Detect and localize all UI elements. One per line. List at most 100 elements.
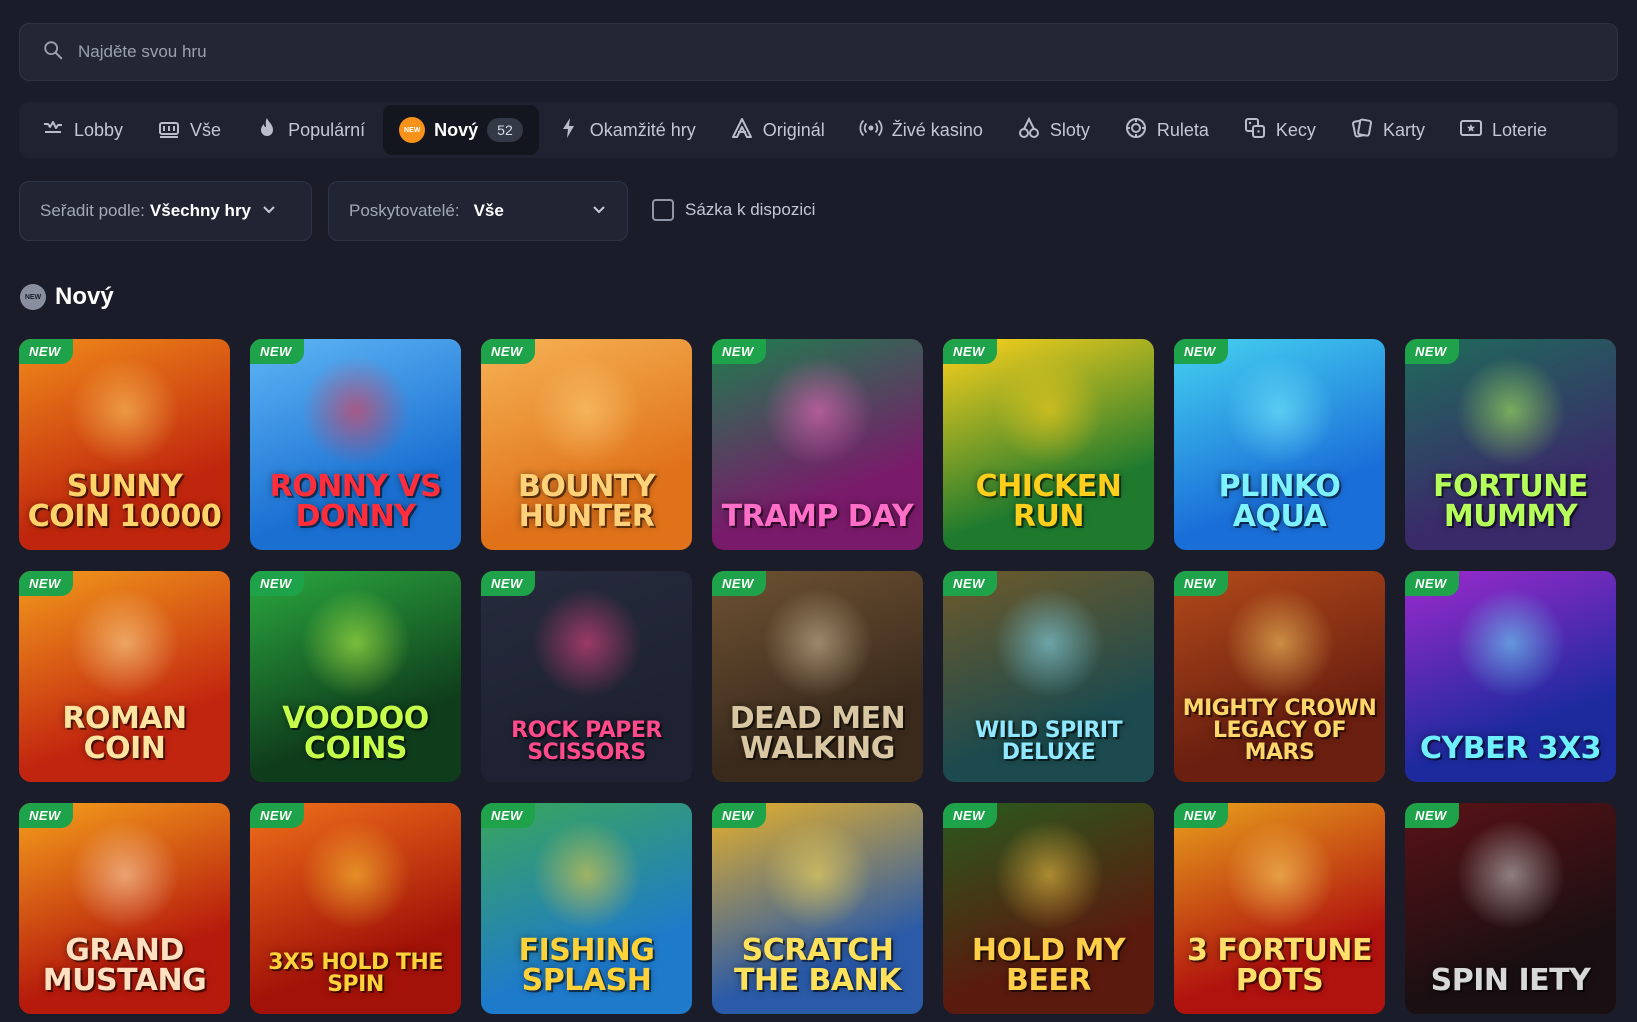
new-badge: NEW [712, 803, 766, 828]
sort-dropdown[interactable]: Seřadit podle: Všechny hry [19, 181, 312, 241]
tab-count-badge: 52 [487, 118, 523, 142]
tab-lobby[interactable]: Lobby [25, 105, 139, 155]
game-artwork [1224, 819, 1335, 930]
new-badge-icon: NEW [399, 117, 426, 143]
game-card[interactable]: NEW 3 Fortune Pots [1174, 803, 1385, 1014]
new-badge: NEW [1174, 571, 1228, 596]
game-artwork [531, 355, 642, 466]
tab-instant-games[interactable]: Okamžité hry [541, 105, 712, 155]
cherries-icon [1017, 116, 1041, 145]
tab-label: Sloty [1049, 119, 1090, 140]
game-card[interactable]: NEW 3x5 Hold the Spin [250, 803, 461, 1014]
game-card[interactable]: NEW Dead Men Walking [712, 571, 923, 782]
lightning-icon [557, 116, 581, 145]
game-card[interactable]: NEW Fortune Mummy [1405, 339, 1616, 550]
new-badge: NEW [19, 803, 73, 828]
tab-new[interactable]: NEW Nový 52 [383, 105, 539, 155]
tab-all[interactable]: Vše [141, 105, 237, 155]
game-card[interactable]: NEW Chicken Run [943, 339, 1154, 550]
game-artwork [531, 819, 642, 930]
tab-slots[interactable]: Sloty [1001, 105, 1106, 155]
game-card[interactable]: NEW Cyber 3x3 [1405, 571, 1616, 782]
tab-label: Lobby [74, 119, 124, 140]
game-card[interactable]: NEW Ronny vs Donny [250, 339, 461, 550]
game-title: Rock Paper Scissors [511, 718, 662, 765]
game-title: 3 Fortune Pots [1187, 933, 1373, 998]
tab-original[interactable]: Originál [714, 105, 841, 155]
game-card[interactable]: NEW Wild Spirit Deluxe [943, 571, 1154, 782]
game-artwork [1455, 819, 1566, 930]
game-title: Tramp Day [721, 499, 914, 534]
game-artwork [993, 355, 1104, 466]
new-badge: NEW [943, 339, 997, 364]
tab-label: Živé kasino [891, 119, 983, 140]
game-artwork [300, 355, 411, 466]
game-title: Spin Iety [1430, 963, 1591, 998]
providers-label: Poskytovatelé: [349, 201, 460, 220]
game-card[interactable]: NEW Hold my Beer [943, 803, 1154, 1014]
game-artwork [300, 819, 411, 930]
game-artwork [993, 587, 1104, 698]
game-card[interactable]: NEW Spin Iety [1405, 803, 1616, 1014]
providers-dropdown[interactable]: Poskytovatelé: Vše [328, 181, 628, 241]
providers-value: Vše [473, 201, 504, 220]
game-title: Mighty Crown Legacy of Mars [1182, 696, 1377, 765]
game-card[interactable]: NEW Plinko Aqua [1174, 339, 1385, 550]
search-input[interactable] [78, 42, 1478, 62]
game-artwork [993, 819, 1104, 930]
new-badge: NEW [1405, 571, 1459, 596]
game-title: Dead Men Walking [729, 701, 906, 766]
new-badge: NEW [1174, 803, 1228, 828]
roulette-icon [1124, 116, 1148, 145]
game-title: Bounty Hunter [517, 469, 656, 534]
game-card[interactable]: NEW Mighty Crown Legacy of Mars [1174, 571, 1385, 782]
tab-label: Okamžité hry [589, 119, 696, 140]
game-card[interactable]: NEW Fishing Splash [481, 803, 692, 1014]
bet-available-checkbox[interactable] [652, 199, 674, 221]
game-card[interactable]: NEW Rock Paper Scissors [481, 571, 692, 782]
game-artwork [1224, 587, 1335, 698]
new-badge: NEW [19, 339, 73, 364]
tab-cards[interactable]: Karty [1334, 105, 1441, 155]
game-title: Cyber 3x3 [1419, 731, 1602, 766]
game-title: Voodoo Coins [282, 701, 429, 766]
section-title: NEW Nový [20, 283, 114, 311]
tab-lottery[interactable]: Loterie [1443, 105, 1563, 155]
tab-label: Karty [1382, 119, 1425, 140]
tab-roulette[interactable]: Ruleta [1108, 105, 1225, 155]
tab-label: Loterie [1491, 119, 1547, 140]
game-grid: NEW Sunny Coin 10000 NEW Ronny vs Donny NEW B… [19, 339, 1616, 1014]
game-artwork [762, 819, 873, 930]
game-card[interactable]: NEW Bounty Hunter [481, 339, 692, 550]
game-card[interactable]: NEW Voodoo Coins [250, 571, 461, 782]
tab-label: Originál [762, 119, 825, 140]
new-badge: NEW [1174, 339, 1228, 364]
tab-label: Nový [434, 119, 479, 140]
game-card[interactable]: NEW Tramp Day [712, 339, 923, 550]
game-artwork [762, 587, 873, 698]
sort-value: Všechny hry [149, 201, 252, 220]
bet-available-toggle[interactable]: Sázka k dispozici [652, 199, 815, 221]
game-artwork [531, 587, 642, 698]
game-title: Sunny Coin 10000 [27, 469, 222, 534]
game-card[interactable]: NEW Roman Coin [19, 571, 230, 782]
game-title: Plinko Aqua [1218, 469, 1341, 534]
game-card[interactable]: NEW Scratch the Bank [712, 803, 923, 1014]
tab-label: Ruleta [1156, 119, 1209, 140]
tab-dice[interactable]: Kecy [1227, 105, 1332, 155]
game-title: Hold my Beer [971, 933, 1126, 998]
search-bar[interactable] [19, 23, 1618, 81]
new-badge: NEW [943, 571, 997, 596]
game-artwork [1224, 355, 1335, 466]
section-title-text: Nový [55, 283, 114, 310]
tab-live-casino[interactable]: Živé kasino [843, 105, 999, 155]
new-badge: NEW [250, 339, 304, 364]
game-artwork [69, 587, 180, 698]
tab-popular[interactable]: Populární [239, 105, 381, 155]
game-card[interactable]: NEW Sunny Coin 10000 [19, 339, 230, 550]
tab-label: Kecy [1275, 119, 1316, 140]
game-artwork [69, 355, 180, 466]
category-tabs: Lobby Vše Populární NEW Nový 52 Okamžité… [19, 102, 1618, 158]
game-card[interactable]: NEW Grand Mustang [19, 803, 230, 1014]
game-artwork [69, 819, 180, 930]
